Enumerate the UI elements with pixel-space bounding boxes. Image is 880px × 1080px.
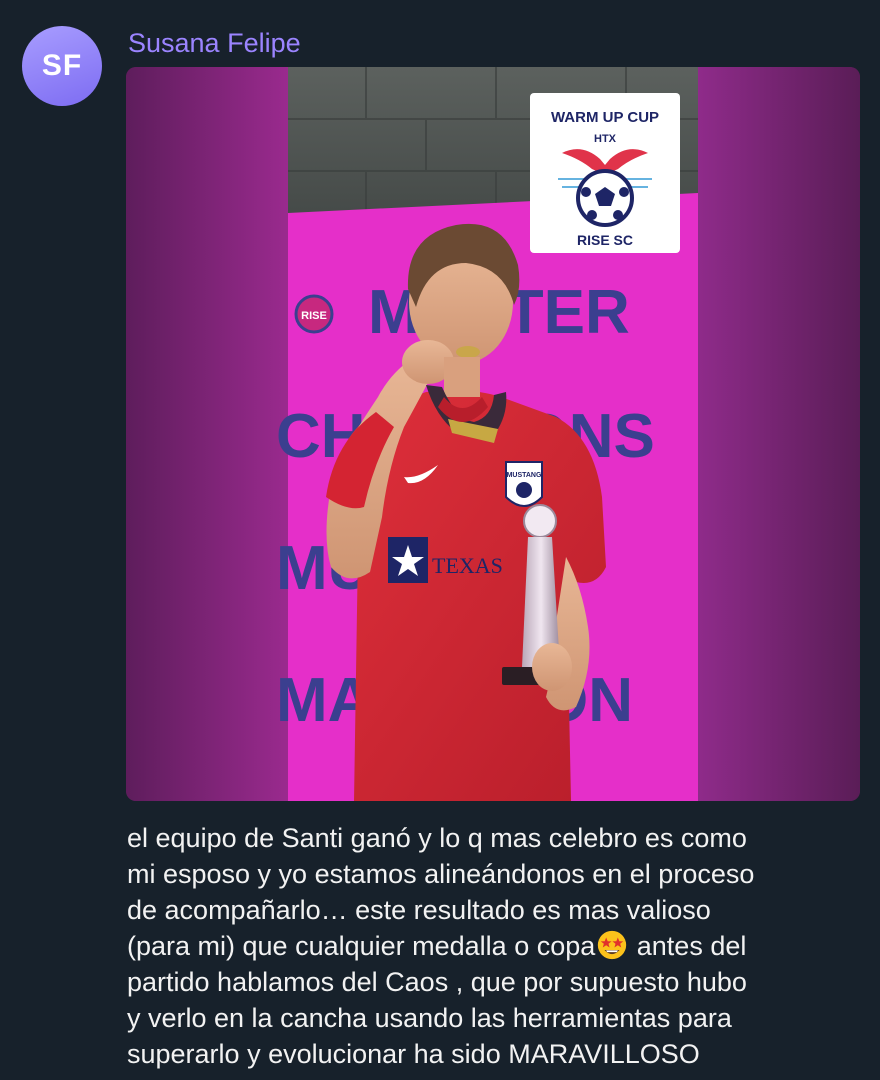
photo-attachment[interactable]: MASTER CHAMPIONS MUJERES MARATHON RISE W… xyxy=(126,67,860,801)
avatar-initials: SF xyxy=(41,49,83,82)
blur-right-panel xyxy=(698,67,860,801)
star-struck-emoji-icon xyxy=(598,930,627,960)
jersey-crest-icon: MUSTANG xyxy=(505,461,543,507)
svg-text:RISE: RISE xyxy=(301,310,327,322)
sender-name[interactable]: Susana Felipe xyxy=(128,28,301,59)
svg-text:MUSTANG: MUSTANG xyxy=(507,472,542,479)
photo-image: MASTER CHAMPIONS MUJERES MARATHON RISE W… xyxy=(126,67,860,801)
svg-text:TEXAS: TEXAS xyxy=(432,553,503,578)
rise-badge-icon: RISE xyxy=(294,294,334,334)
warm-up-cup-logo: WARM UP CUP HTX RISE SC xyxy=(530,93,680,253)
svg-text:RISE SC: RISE SC xyxy=(577,232,633,248)
message-text: el equipo de Santi ganó y lo q mas celeb… xyxy=(127,820,857,1072)
svg-text:HTX: HTX xyxy=(594,133,617,145)
svg-text:WARM UP CUP: WARM UP CUP xyxy=(551,109,659,126)
blur-left-panel xyxy=(126,67,288,801)
sender-avatar[interactable]: SF xyxy=(22,26,102,106)
